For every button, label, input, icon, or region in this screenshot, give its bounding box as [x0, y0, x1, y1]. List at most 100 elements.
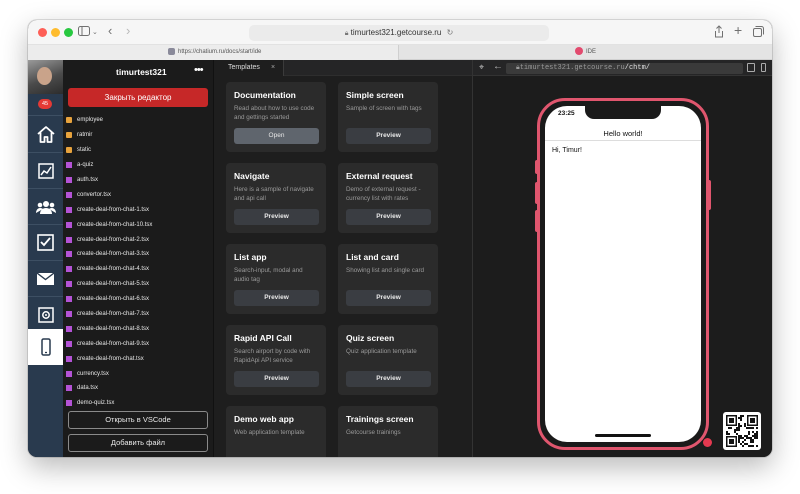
file-icon	[66, 370, 72, 377]
file-panel: timurtest321 ••• Закрыть редактор employ…	[63, 60, 213, 457]
file-item[interactable]: create-deal-from-chat-10.tsx	[66, 217, 213, 232]
share-icon[interactable]	[714, 25, 724, 41]
reload-icon[interactable]: ↻	[447, 28, 454, 37]
editor-tab-bar: Templates ×	[214, 60, 473, 76]
file-item[interactable]: create-deal-from-chat.tsx	[66, 351, 213, 366]
browser-tab-ide[interactable]: IDE	[399, 45, 772, 60]
template-description: Demo of external request - currency list…	[346, 186, 421, 202]
mail-icon[interactable]	[28, 261, 63, 296]
file-item[interactable]: create-deal-from-chat-9.tsx	[66, 336, 213, 351]
address-bar[interactable]: 🔒︎ timurtest321.getcourse.ru ↻	[249, 25, 549, 41]
file-item[interactable]: currency.tsx	[66, 366, 213, 381]
template-card: Quiz screen Quiz application template Prev…	[338, 325, 438, 395]
phone-text: Hi, Timur!	[552, 147, 582, 154]
ide-favicon-icon	[574, 47, 583, 56]
file-name: a-quiz	[77, 162, 94, 169]
file-icon	[66, 162, 72, 169]
file-item[interactable]: create-deal-from-chat-3.tsx	[66, 247, 213, 262]
back-button[interactable]: ‹	[108, 24, 112, 37]
file-name: create-deal-from-chat-10.tsx	[77, 221, 153, 228]
sidebar-toggle-icon[interactable]	[78, 26, 90, 39]
record-indicator-icon[interactable]	[703, 438, 712, 447]
chart-icon[interactable]	[28, 153, 63, 188]
close-icon[interactable]: ×	[271, 60, 275, 76]
minimize-window-button[interactable]	[51, 28, 60, 37]
crosshair-icon[interactable]: ⌖	[479, 62, 484, 73]
mobile-view-icon[interactable]	[761, 63, 766, 72]
home-icon[interactable]	[28, 117, 63, 152]
file-name: create-deal-from-chat-1.tsx	[77, 206, 150, 213]
file-item[interactable]: create-deal-from-chat-1.tsx	[66, 202, 213, 217]
file-icon	[66, 236, 72, 243]
preview-button[interactable]: Preview	[346, 371, 431, 387]
file-item[interactable]: data.tsx	[66, 381, 213, 396]
back-arrow-icon[interactable]: ←	[493, 61, 503, 72]
folder-icon	[66, 132, 72, 139]
template-title: Simple screen	[346, 90, 404, 100]
phone-icon[interactable]	[28, 329, 63, 365]
window-icon[interactable]	[747, 63, 755, 72]
file-item[interactable]: create-deal-from-chat-2.tsx	[66, 232, 213, 247]
app-icon-bar: 45	[28, 60, 63, 457]
preview-address-host: timurtest321.getcourse.ru	[519, 64, 625, 72]
template-title: Demo web app	[234, 414, 294, 424]
preview-button[interactable]: Preview	[346, 290, 431, 306]
file-item[interactable]: demo-quiz.tsx	[66, 396, 213, 411]
browser-toolbar: ⌄ ‹ › 🔒︎ timurtest321.getcourse.ru ↻ +	[28, 20, 772, 45]
file-icon	[66, 191, 72, 198]
tab-templates[interactable]: Templates ×	[214, 60, 284, 76]
tasks-icon[interactable]	[28, 225, 63, 260]
zoom-window-button[interactable]	[64, 28, 73, 37]
qr-code[interactable]	[723, 412, 761, 450]
file-name: create-deal-from-chat-3.tsx	[77, 251, 150, 258]
file-icon	[66, 177, 72, 183]
notification-badge[interactable]: 45	[38, 99, 52, 109]
file-item[interactable]: create-deal-from-chat-5.tsx	[66, 277, 213, 292]
file-name: create-deal-from-chat-7.tsx	[77, 311, 150, 318]
forward-button[interactable]: ›	[126, 24, 130, 37]
preview-button[interactable]: Preview	[346, 209, 431, 225]
browser-tab-docs[interactable]: https://chatium.ru/docs/start/ide	[28, 45, 399, 60]
tab-overview-icon[interactable]	[753, 26, 764, 40]
file-item[interactable]: convertor.tsx	[66, 187, 213, 202]
lock-icon: 🔒︎	[344, 30, 349, 37]
file-item[interactable]: create-deal-from-chat-6.tsx	[66, 292, 213, 307]
phone-screen[interactable]: 23:25 Hello world! Hi, Timur!	[545, 106, 701, 442]
preview-button[interactable]: Preview	[346, 128, 431, 144]
chevron-down-icon[interactable]: ⌄	[92, 27, 98, 39]
file-name: create-deal-from-chat-5.tsx	[77, 281, 150, 288]
file-item[interactable]: static	[66, 143, 213, 158]
file-item[interactable]: auth.tsx	[66, 173, 213, 188]
template-description: Sample of screen with tags	[346, 105, 422, 112]
file-icon	[66, 221, 72, 228]
preview-button[interactable]: Preview	[234, 371, 319, 387]
new-tab-icon[interactable]: +	[734, 23, 742, 37]
close-window-button[interactable]	[38, 28, 47, 37]
file-item[interactable]: create-deal-from-chat-8.tsx	[66, 321, 213, 336]
avatar[interactable]	[28, 60, 63, 94]
open-vscode-button[interactable]: Открыть в VSCode	[68, 411, 208, 429]
file-item[interactable]: a-quiz	[66, 158, 213, 173]
preview-button[interactable]: Preview	[234, 209, 319, 225]
file-item[interactable]: create-deal-from-chat-7.tsx	[66, 307, 213, 322]
file-name: create-deal-from-chat.tsx	[77, 355, 144, 362]
template-card: Trainings screen Getcourse trainings	[338, 406, 438, 457]
more-menu-icon[interactable]: •••	[194, 64, 204, 76]
open-button[interactable]: Open	[234, 128, 319, 144]
users-icon[interactable]	[28, 189, 63, 224]
file-item[interactable]: create-deal-from-chat-4.tsx	[66, 262, 213, 277]
file-item[interactable]: employee	[66, 113, 213, 128]
file-icon	[66, 311, 72, 318]
file-icon	[66, 296, 72, 303]
template-title: External request	[346, 171, 413, 181]
preview-address-path: /chtm/	[624, 64, 650, 72]
add-file-button[interactable]: Добавить файл	[68, 434, 208, 452]
preview-address-bar[interactable]: 🔒︎timurtest321.getcourse.ru/chtm/	[506, 63, 743, 74]
preview-button[interactable]: Preview	[234, 290, 319, 306]
close-editor-button[interactable]: Закрыть редактор	[68, 88, 208, 107]
file-item[interactable]: ratmir	[66, 128, 213, 143]
file-name: create-deal-from-chat-9.tsx	[77, 340, 150, 347]
template-title: Quiz screen	[346, 333, 395, 343]
file-name: convertor.tsx	[77, 191, 112, 198]
safe-icon[interactable]	[28, 297, 63, 332]
